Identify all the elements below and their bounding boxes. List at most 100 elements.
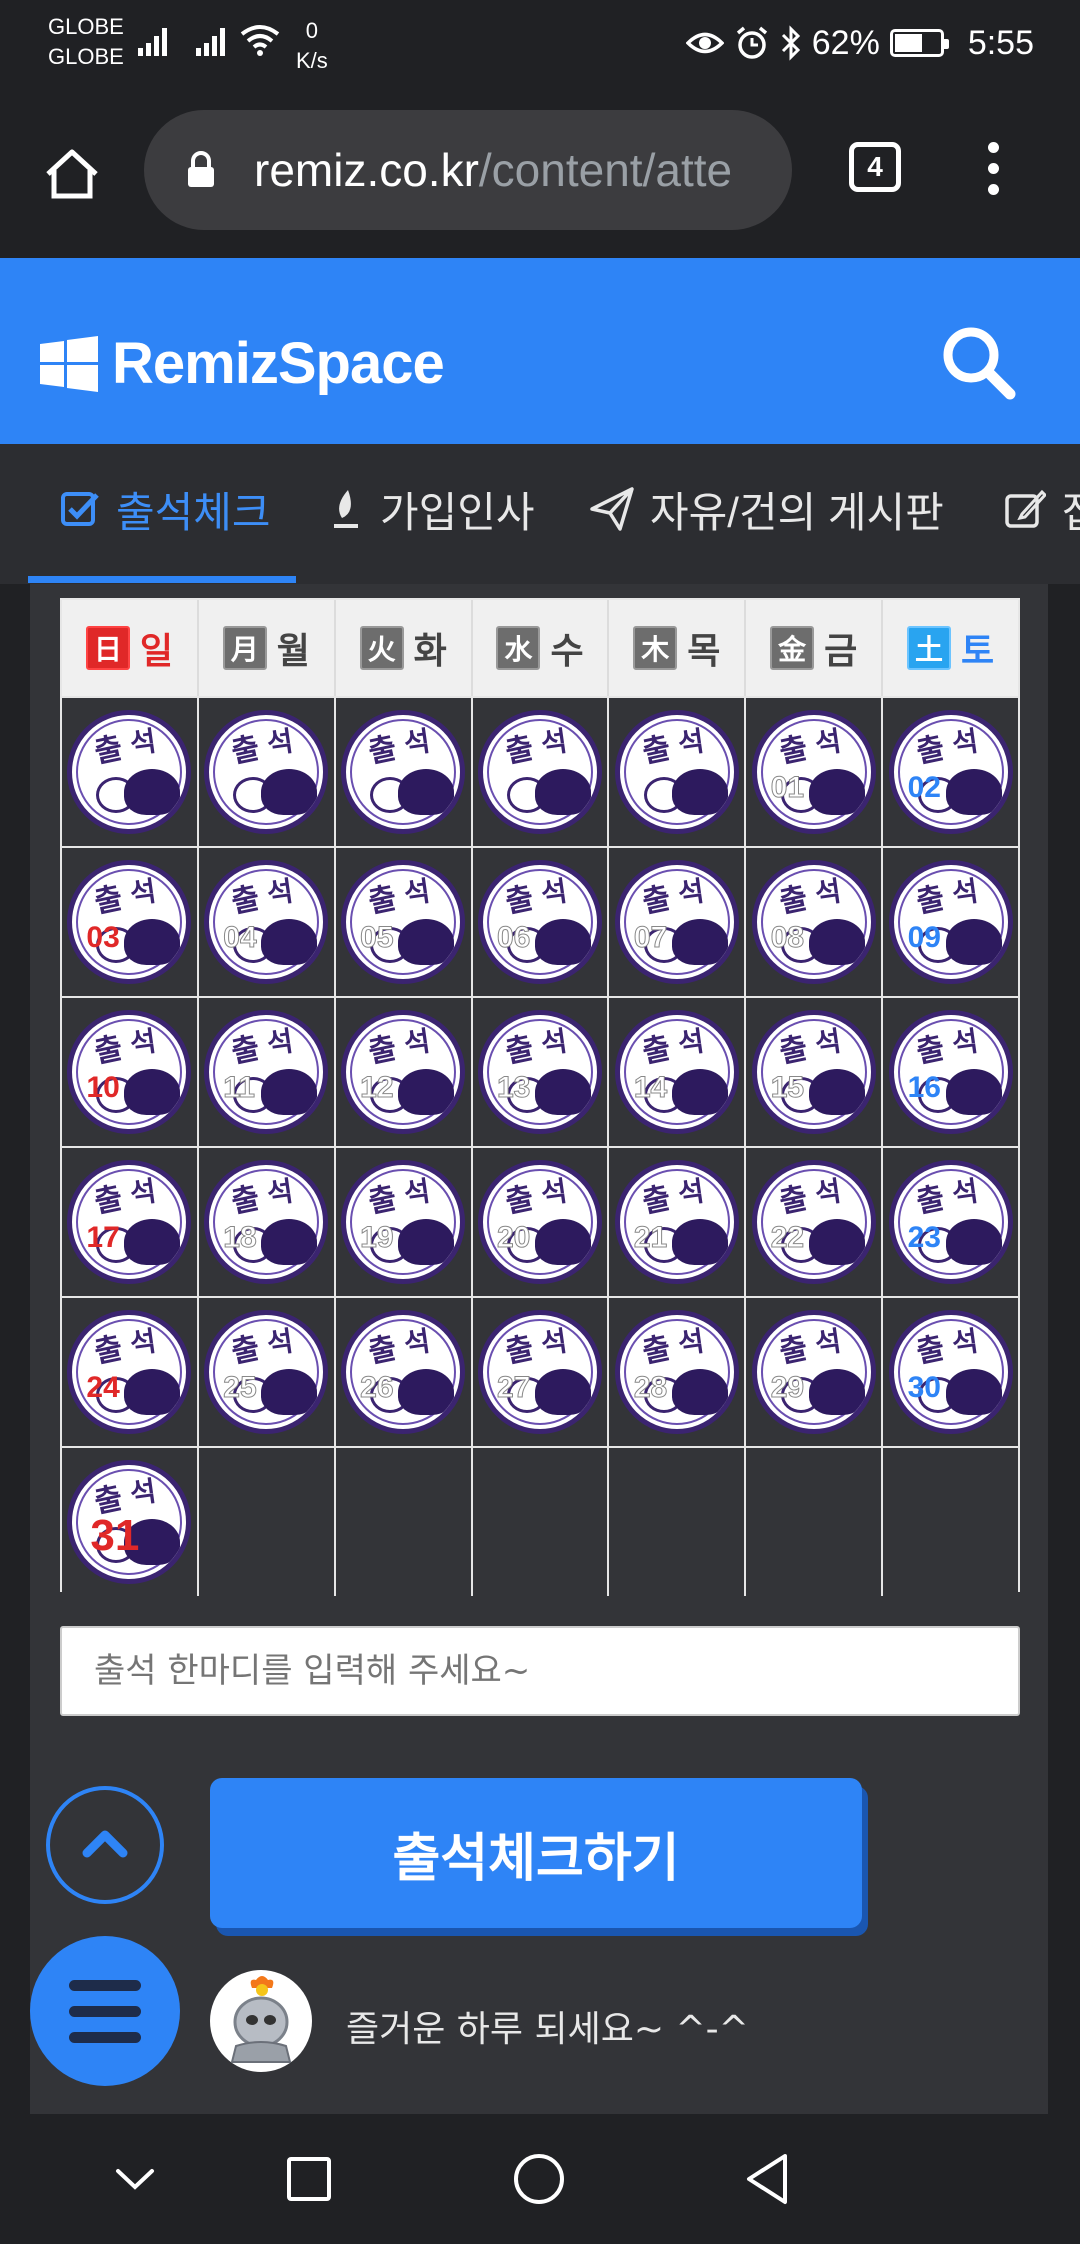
scroll-to-top-button[interactable]	[46, 1786, 164, 1904]
more-options-icon[interactable]	[988, 142, 1002, 198]
attendance-stamp-icon: 출 석 31	[67, 1460, 192, 1584]
stamp-text: 석	[402, 1025, 433, 1060]
weekday-badge: 日	[85, 626, 130, 670]
calendar-day-cell: 출 석 02	[883, 698, 1019, 846]
robot-avatar-icon	[230, 1976, 292, 2063]
calendar-day-cell: 출 석 03	[62, 848, 199, 996]
calendar-day-cell: 출 석 16	[883, 998, 1019, 1146]
calendar-day-cell: 출석	[472, 698, 610, 846]
stamp-text: 석	[676, 1025, 706, 1060]
day-number: 05	[360, 921, 394, 955]
back-icon[interactable]	[744, 2152, 790, 2206]
calendar-day-cell	[883, 1448, 1019, 1596]
tab-label: 가입인사	[380, 488, 535, 536]
attendance-stamp-icon: 출 석 14	[614, 1010, 739, 1134]
attendance-stamp-icon: 출 석 10	[67, 1010, 192, 1134]
tab-attendance[interactable]: 출석체크	[60, 484, 271, 536]
weekday-label: 목	[687, 630, 721, 671]
calendar-day-cell	[746, 1448, 884, 1596]
stamp-text: 석	[949, 1175, 980, 1210]
weekday-fri: 金금	[746, 600, 884, 696]
avatar	[210, 1970, 312, 2072]
day-number: 02	[907, 771, 941, 804]
checkbox-icon	[61, 492, 99, 526]
day-number: 06	[496, 921, 531, 955]
day-number: 31	[90, 1511, 140, 1560]
day-number: 15	[770, 1071, 805, 1105]
attendance-stamp-icon: 출 석 29	[751, 1310, 876, 1434]
attendance-stamp-icon: 출 석 18	[204, 1160, 329, 1284]
net-speed-unit: K/s	[296, 48, 328, 73]
calendar-day-cell: 출 석 24	[62, 1298, 199, 1446]
calendar-day-cell: 출 석 23	[883, 1148, 1019, 1296]
attendance-stamp-icon: 출 석 24	[67, 1310, 192, 1434]
net-speed-value: 0	[305, 18, 319, 43]
weekday-badge: 水	[496, 626, 541, 670]
calendar-day-cell: 출 석 12	[335, 998, 473, 1146]
calendar-day-cell: 출석	[335, 698, 473, 846]
weekday-wed: 水수	[473, 600, 610, 696]
stamp-text: 석	[539, 875, 570, 910]
address-bar[interactable]: remiz.co.kr/content/atte	[144, 110, 792, 230]
attendance-stamp-icon: 출 석 22	[751, 1160, 876, 1284]
day-number: 08	[770, 921, 805, 955]
day-number: 29	[770, 1371, 805, 1405]
attendance-stamp-icon: 출 석 04	[204, 860, 329, 984]
calendar-day-cell: 출 석 15	[746, 998, 884, 1146]
calendar-day-cell	[335, 1448, 473, 1596]
attendance-stamp-icon: 출 석 23	[888, 1160, 1013, 1284]
site-header: RemizSpace	[0, 258, 1080, 444]
menu-bar	[69, 1980, 141, 1991]
menu-button[interactable]	[30, 1936, 180, 2086]
home-circle-icon[interactable]	[512, 2152, 566, 2206]
stamp-text: 석	[812, 875, 843, 910]
attendance-stamp-icon: 출 석 30	[888, 1310, 1013, 1434]
attendance-stamp-icon: 출 석 07	[614, 860, 739, 984]
calendar-day-cell	[472, 1448, 610, 1596]
stamp-text: 석	[812, 1325, 843, 1360]
attendance-stamp-icon: 출 석 28	[614, 1310, 739, 1434]
tab-switcher-button[interactable]: 4	[849, 142, 901, 192]
day-number: 17	[86, 1221, 120, 1254]
chevron-down-icon[interactable]	[114, 2166, 156, 2192]
calendar-day-cell: 출 석 26	[335, 1298, 473, 1446]
search-icon[interactable]	[940, 324, 1016, 400]
calendar-day-cell: 출 석 18	[198, 1148, 336, 1296]
recents-icon[interactable]	[286, 2156, 332, 2202]
calendar-day-cell: 출 석 07	[609, 848, 747, 996]
weekday-label: 월	[276, 630, 310, 671]
attendance-stamp-icon: 출석	[614, 710, 739, 834]
attendance-stamp-icon: 출 석 08	[751, 860, 876, 984]
greeting-text: 즐거운 하루 되세요~ ^-^	[346, 2009, 749, 2050]
stamp-text: 석	[949, 875, 980, 910]
calendar-day-cell: 출석	[609, 698, 747, 846]
attendance-stamp-icon: 출 석 26	[341, 1310, 466, 1434]
site-logo[interactable]: RemizSpace	[40, 330, 445, 397]
url-text: remiz.co.kr/content/atte	[254, 143, 732, 197]
day-number: 13	[496, 1071, 531, 1105]
day-number: 26	[360, 1371, 394, 1405]
tab-misc[interactable]: 잡	[1004, 484, 1080, 536]
stamp-text: 석	[402, 875, 433, 910]
attendance-comment-input[interactable]	[60, 1626, 1020, 1716]
tab-free-board[interactable]: 자유/건의 게시판	[590, 484, 944, 536]
attendance-stamp-icon: 출 석 20	[478, 1160, 602, 1284]
stamp-text: 석	[539, 1325, 570, 1360]
attendance-check-button[interactable]: 출석체크하기	[210, 1778, 862, 1928]
day-number: 30	[907, 1371, 941, 1404]
calendar-day-cell: 출 석 11	[198, 998, 336, 1146]
calendar-day-cell: 출 석 19	[335, 1148, 473, 1296]
wifi-icon	[240, 25, 280, 56]
attendance-stamp-icon: 출 석 03	[67, 860, 192, 984]
calendar-week-row: 출 석 31	[62, 1446, 1019, 1596]
calendar-day-cell	[609, 1448, 747, 1596]
tab-greetings[interactable]: 가입인사	[330, 484, 535, 536]
day-number: 25	[223, 1371, 257, 1405]
paper-plane-icon	[590, 487, 634, 531]
calendar-day-cell: 출석	[198, 698, 336, 846]
calendar-day-cell: 출 석 09	[883, 848, 1019, 996]
home-icon[interactable]	[44, 148, 100, 200]
calendar-day-cell: 출 석 13	[472, 998, 610, 1146]
calendar-grid: 출 석 출 석 출 석 출 석 출 석 출 석 01 출 석 02 출 석 03 출 석 04 출 석 05 출 석 06 출 석 07 출 석…	[62, 696, 1019, 1596]
day-number: 22	[770, 1221, 805, 1255]
